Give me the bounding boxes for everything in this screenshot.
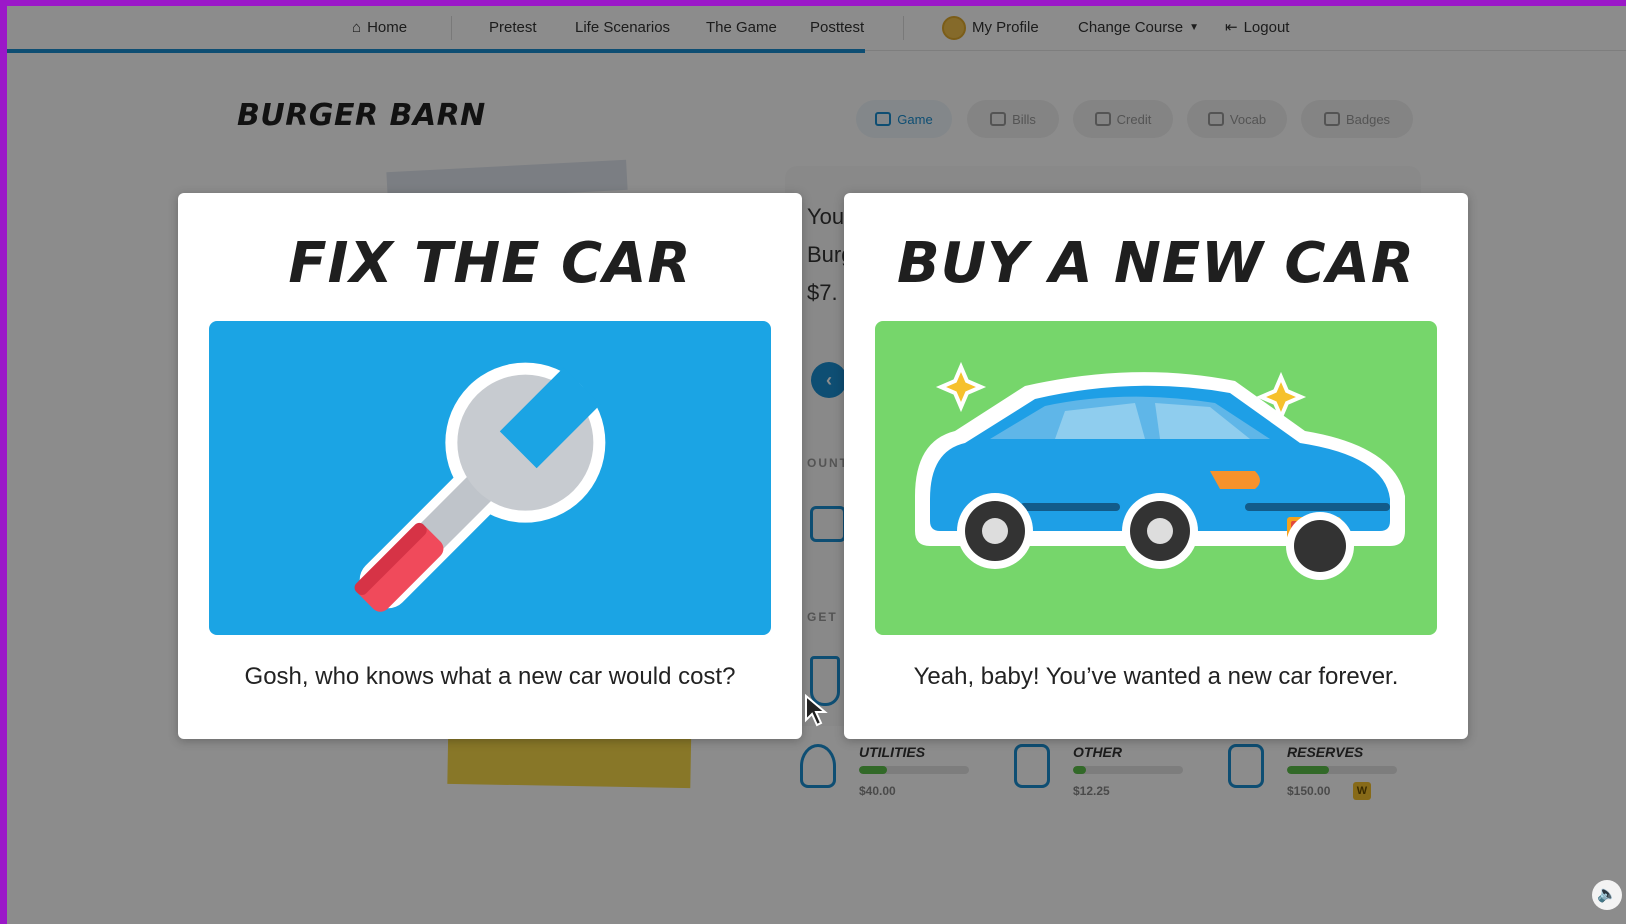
wrench-icon (209, 321, 771, 635)
choice-fix-car-card[interactable]: FIX THE CAR Gosh, who knows what a new c… (178, 193, 802, 739)
mouse-cursor-icon (805, 694, 828, 727)
car-icon (875, 321, 1437, 635)
choice-caption: Yeah, baby! You’ve wanted a new car fore… (913, 663, 1399, 690)
window-frame-left (0, 0, 7, 924)
choice-title: FIX THE CAR (288, 231, 692, 296)
speaker-icon[interactable]: 🔈 (1592, 880, 1622, 910)
choice-title: BUY A NEW CAR (897, 231, 1415, 296)
choice-buy-car-card[interactable]: BUY A NEW CAR Yeah, baby! You’ve wanted … (844, 193, 1468, 739)
choice-caption: Gosh, who knows what a new car would cos… (244, 663, 736, 690)
choice-image (209, 321, 771, 635)
choice-image (875, 321, 1437, 635)
